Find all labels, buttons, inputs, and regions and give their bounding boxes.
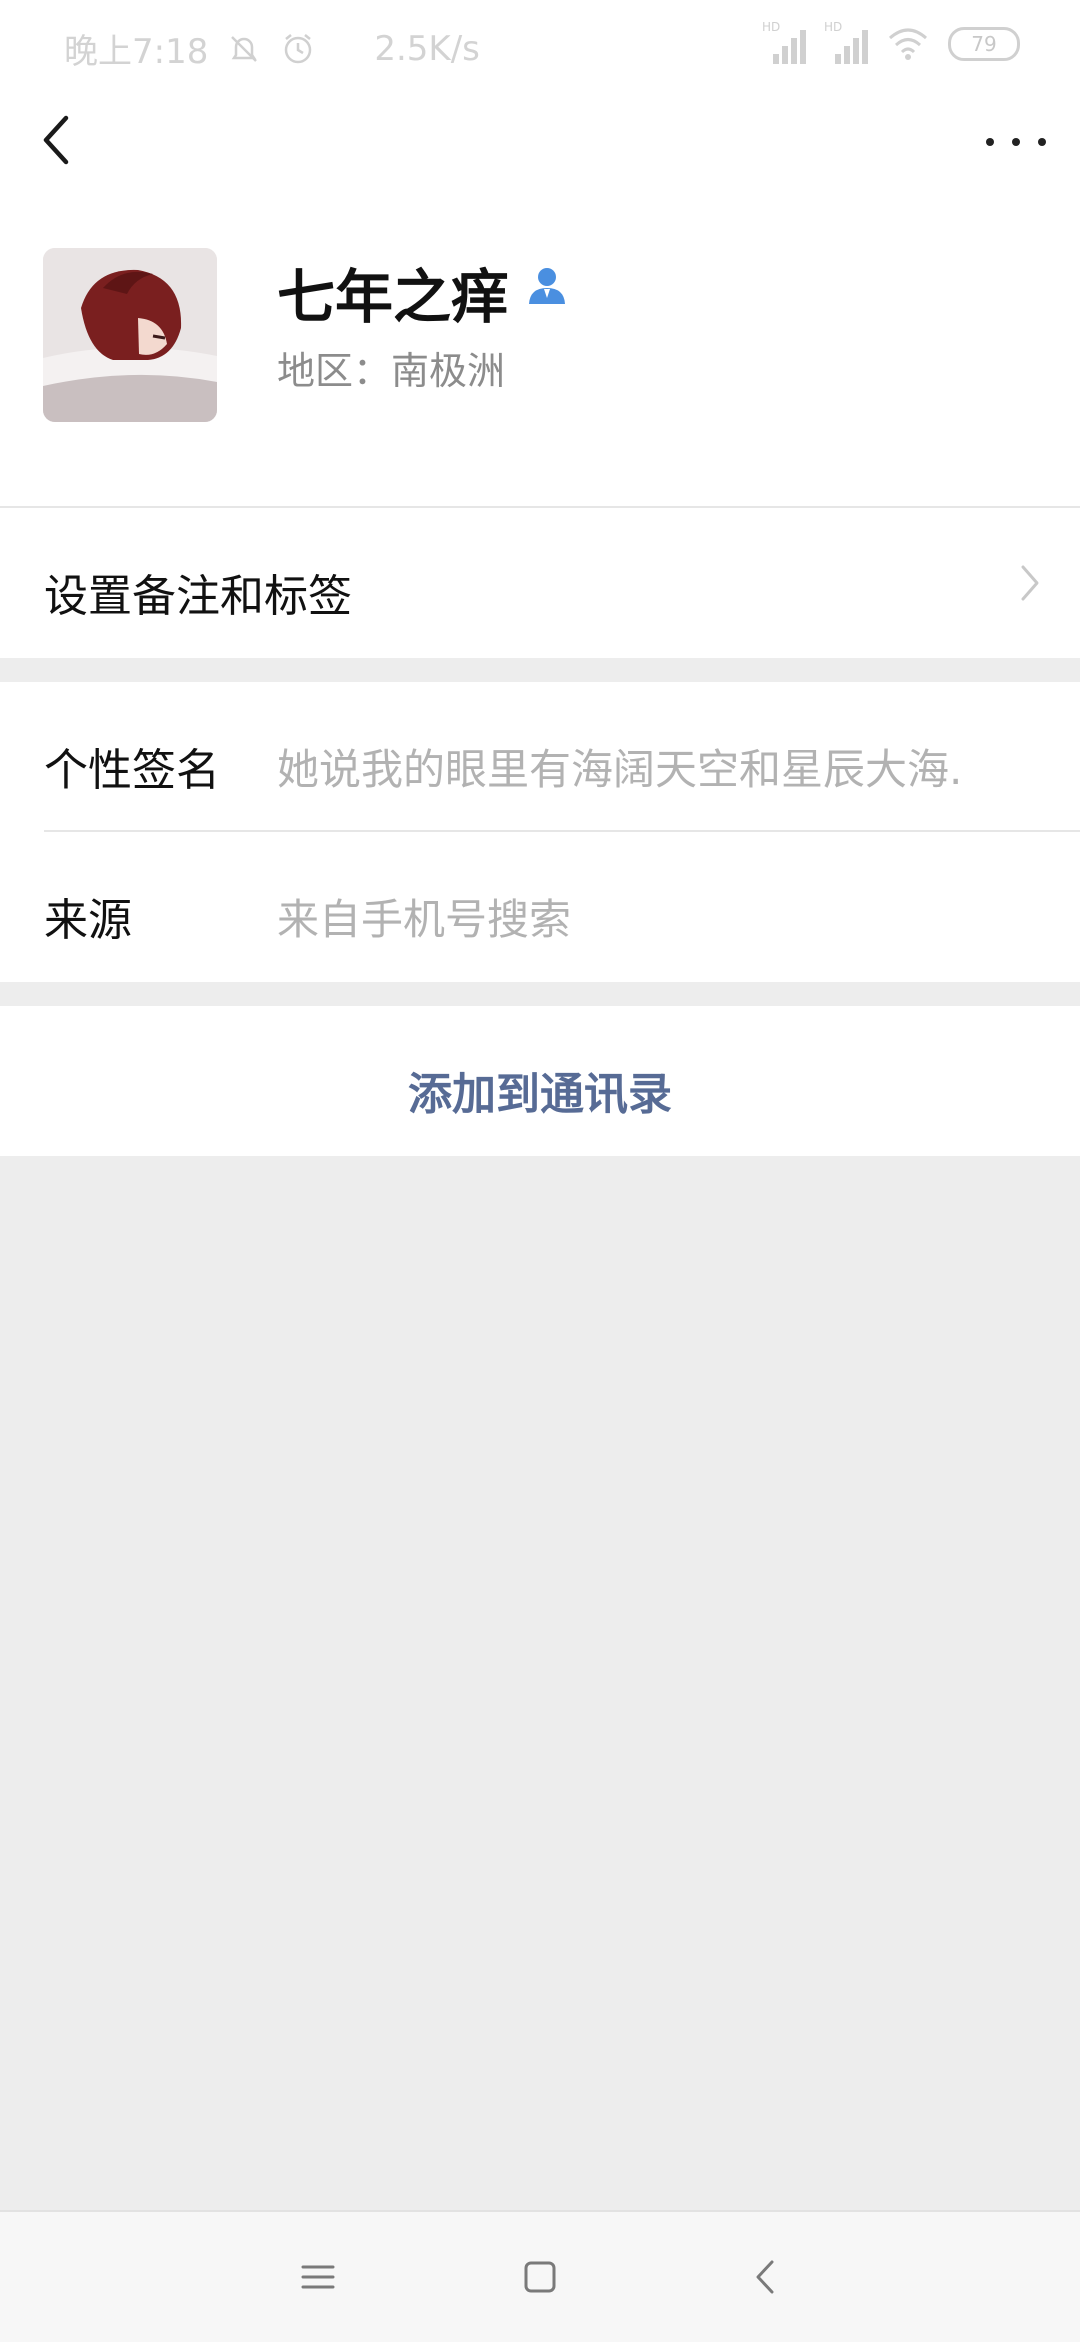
back-button[interactable] <box>34 112 82 168</box>
mute-bell-icon <box>231 35 258 62</box>
status-right: HD HD 79 <box>762 20 1020 64</box>
home-icon[interactable] <box>515 2252 565 2302</box>
info-group: 个性签名 她说我的眼里有海阔天空和星辰大海. 来源 来自手机号搜索 <box>0 682 1080 982</box>
system-nav-bar <box>0 2210 1080 2342</box>
more-options-button[interactable] <box>986 118 1046 166</box>
divider <box>44 830 1080 832</box>
more-dot <box>1012 138 1020 146</box>
add-to-contacts-cell[interactable]: 添加到通讯录 <box>0 1006 1080 1156</box>
more-dot <box>986 138 994 146</box>
battery-level: 79 <box>971 32 997 56</box>
set-remark-tag-cell[interactable]: 设置备注和标签 <box>0 508 1080 658</box>
signature-label: 个性签名 <box>44 745 220 796</box>
status-bar: 晚上7:18 2.5K/s HD HD 79 <box>0 0 1080 96</box>
avatar-image <box>43 248 217 422</box>
status-time: 晚上7:18 <box>64 32 209 72</box>
chevron-right-icon <box>1021 565 1039 601</box>
region-text: 地区：南极洲 <box>277 349 506 393</box>
remark-label: 设置备注和标签 <box>44 571 352 622</box>
signal-icon: HD <box>824 20 868 64</box>
status-left: 晚上7:18 2.5K/s <box>64 24 480 73</box>
more-dot <box>1038 138 1046 146</box>
back-icon[interactable] <box>742 2252 792 2302</box>
net-speed: 2.5K/s <box>374 28 480 69</box>
source-label: 来源 <box>44 895 132 946</box>
wifi-icon <box>889 28 927 60</box>
signal-icon: HD <box>762 20 806 64</box>
person-icon <box>529 268 565 304</box>
source-value: 来自手机号搜索 <box>277 895 572 944</box>
signature-value: 她说我的眼里有海阔天空和星辰大海. <box>277 745 963 794</box>
add-to-contacts-button[interactable]: 添加到通讯录 <box>0 1058 1080 1122</box>
battery-icon: 79 <box>948 27 1020 61</box>
alarm-icon <box>285 33 312 63</box>
contact-name: 七年之痒 <box>277 263 510 331</box>
chevron-left-icon <box>43 115 69 165</box>
avatar[interactable] <box>43 248 217 422</box>
menu-icon[interactable] <box>293 2252 343 2302</box>
